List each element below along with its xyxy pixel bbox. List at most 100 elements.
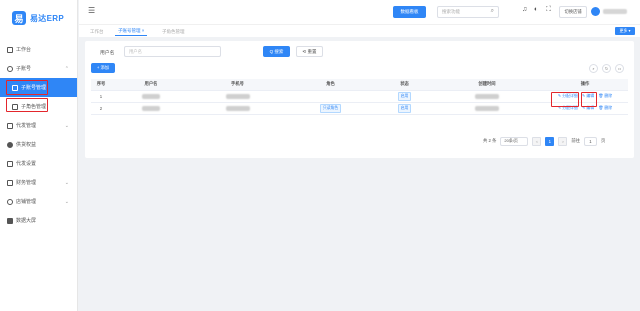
- sidebar-item-sub-account-manage[interactable]: 子账号管理: [0, 78, 77, 97]
- delete-link[interactable]: 🗑 删除: [598, 105, 612, 110]
- dropship-icon: [7, 122, 13, 129]
- goto-label: 前往: [571, 138, 580, 143]
- goto-page-input[interactable]: 1: [583, 136, 597, 146]
- search-toggle-icon[interactable]: ⌕: [589, 64, 598, 73]
- table-row: 2 只读角色 启用 ✎ 分配详细 ✎ 编辑 🗑 删除: [91, 102, 628, 115]
- current-page[interactable]: 1: [545, 136, 555, 146]
- sidebar-item-label: 子账号: [16, 66, 32, 72]
- cell-username: [111, 90, 191, 103]
- theme-icon[interactable]: ◐: [534, 6, 538, 13]
- switch-store-button[interactable]: 切换店铺: [559, 6, 587, 18]
- reset-button[interactable]: ⟲ 重置: [296, 46, 323, 57]
- cell-status: 启用: [377, 102, 432, 115]
- pagination: 共 2 条 20条/页 < 1 > 前往 1 页: [483, 136, 605, 146]
- assign-detail-link[interactable]: ✎ 分配详细: [558, 93, 578, 98]
- sidebar-item-dropship[interactable]: 代发管理 ⌄: [0, 116, 77, 135]
- sidebar-item-label: 数据大屏: [16, 218, 37, 224]
- prev-page-button[interactable]: <: [532, 136, 542, 146]
- status-badge: 启用: [397, 103, 412, 113]
- avatar[interactable]: [591, 7, 600, 16]
- desktop-icon: [7, 46, 13, 53]
- cell-role: [284, 90, 377, 103]
- sidebar-item-label: 代发设置: [16, 161, 37, 167]
- col-header-actions: 操作: [542, 79, 628, 91]
- blurred-text: [475, 93, 499, 99]
- settings-icon: [7, 160, 13, 167]
- status-badge: 启用: [397, 91, 412, 101]
- blurred-text: [225, 105, 250, 111]
- chevron-down-icon: ⌄: [64, 179, 69, 186]
- role-badge: 只读角色: [319, 103, 342, 113]
- sidebar-menu: 工作台 子账号 ⌃ 子账号管理 子角色管理 代发管理 ⌄ 供货权益 代发设置 财…: [0, 40, 77, 230]
- store-icon: [7, 198, 13, 205]
- sub-account-table: 序号 用户名 手机号 角色 状态 创建时间 操作 1 启用 ✎ 分配详细 ✎ 编…: [91, 79, 628, 115]
- search-placeholder: 搜索功能: [442, 9, 460, 14]
- chevron-up-icon: ⌃: [64, 65, 69, 72]
- edit-link[interactable]: ✎ 编辑: [582, 93, 594, 98]
- col-header-username: 用户名: [111, 79, 191, 91]
- sidebar-item-finance[interactable]: 财务管理 ⌄: [0, 173, 77, 192]
- sidebar-item-workbench[interactable]: 工作台: [0, 40, 77, 59]
- search-input[interactable]: 搜索功能 ⌕: [437, 6, 499, 18]
- cell-index: 1: [91, 90, 111, 103]
- col-header-created: 创建时间: [432, 79, 542, 91]
- sidebar-item-label: 子角色管理: [21, 104, 47, 110]
- person-icon: [7, 141, 13, 148]
- chevron-down-icon: ⌄: [64, 198, 69, 205]
- blurred-text: [142, 105, 160, 111]
- cell-created: [432, 90, 542, 103]
- sidebar-item-sub-role-manage[interactable]: 子角色管理: [0, 97, 77, 116]
- sidebar-item-dropship-settings[interactable]: 代发设置: [0, 154, 77, 173]
- sidebar: 易 易达ERP 工作台 子账号 ⌃ 子账号管理 子角色管理 代发管理 ⌄ 供货权…: [0, 0, 78, 311]
- cell-phone: [191, 102, 284, 115]
- cell-actions: ✎ 分配详细 ✎ 编辑 🗑 删除: [542, 102, 628, 115]
- data-screen-button[interactable]: 数据看板: [393, 6, 426, 18]
- add-button[interactable]: + 添加: [91, 63, 115, 73]
- username-label: 用户名: [100, 51, 115, 56]
- page-size-select[interactable]: 20条/页: [500, 136, 529, 146]
- tab-sub-account-manage[interactable]: 子账号管理 ×: [115, 27, 148, 36]
- sidebar-item-data-screen[interactable]: 数据大屏: [0, 211, 77, 230]
- menu-toggle-icon[interactable]: ☰: [88, 6, 95, 15]
- main-card: 用户名 用户名 Q 搜索 ⟲ 重置 + 添加 ⌕ ↻ ⚏ 序号 用户名 手机号 …: [85, 41, 634, 158]
- sidebar-item-label: 供货权益: [16, 142, 37, 148]
- user-icon: [7, 65, 13, 72]
- finance-icon: [7, 179, 13, 186]
- col-header-status: 状态: [377, 79, 432, 91]
- next-page-button[interactable]: >: [558, 136, 568, 146]
- total-count: 共 2 条: [483, 138, 497, 143]
- account-icon: [12, 84, 18, 91]
- col-header-phone: 手机号: [191, 79, 284, 91]
- table-row: 1 启用 ✎ 分配详细 ✎ 编辑 🗑 删除: [91, 90, 628, 103]
- sidebar-item-store[interactable]: 店铺管理 ⌄: [0, 192, 77, 211]
- cell-phone: [191, 90, 284, 103]
- logo-icon: 易: [12, 11, 26, 25]
- username-blurred[interactable]: [603, 9, 627, 14]
- cell-username: [111, 102, 191, 115]
- cell-role: 只读角色: [284, 102, 377, 115]
- sidebar-item-label: 财务管理: [16, 180, 37, 186]
- role-icon: [12, 103, 18, 110]
- sidebar-item-supply-rights[interactable]: 供货权益: [0, 135, 77, 154]
- tab-sub-role-manage[interactable]: 子角色管理: [159, 27, 188, 36]
- refresh-icon[interactable]: ↻: [602, 64, 611, 73]
- username-input[interactable]: 用户名: [124, 46, 221, 57]
- edit-link[interactable]: ✎ 编辑: [582, 105, 594, 110]
- cell-created: [432, 102, 542, 115]
- sidebar-item-label: 工作台: [16, 47, 32, 53]
- tab-workbench[interactable]: 工作台: [87, 27, 107, 36]
- columns-icon[interactable]: ⚏: [615, 64, 624, 73]
- cell-status: 启用: [377, 90, 432, 103]
- search-icon[interactable]: ⌕: [491, 8, 494, 15]
- sidebar-item-label: 代发管理: [16, 123, 37, 129]
- sidebar-item-sub-account[interactable]: 子账号 ⌃: [0, 59, 77, 78]
- blurred-text: [225, 93, 250, 99]
- app-logo[interactable]: 易 易达ERP: [0, 0, 77, 36]
- cell-actions: ✎ 分配详细 ✎ 编辑 🗑 删除: [542, 90, 628, 103]
- fullscreen-icon[interactable]: ⛶: [546, 6, 551, 14]
- search-button[interactable]: Q 搜索: [263, 46, 290, 57]
- assign-detail-link[interactable]: ✎ 分配详细: [558, 105, 578, 110]
- bell-icon[interactable]: ♫: [522, 6, 527, 13]
- tabs-more-button[interactable]: 更多 ▾: [615, 27, 635, 35]
- delete-link[interactable]: 🗑 删除: [598, 93, 612, 98]
